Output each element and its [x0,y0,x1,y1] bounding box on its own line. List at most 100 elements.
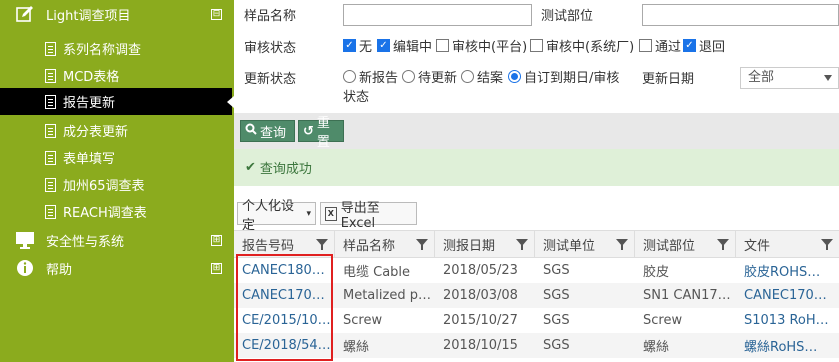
update-date-select[interactable]: 全部 [740,67,839,89]
document-icon [45,204,56,219]
excel-icon: X [325,206,337,221]
document-icon [45,41,56,56]
sidebar-item-report-update[interactable]: 报告更新 [0,88,234,115]
update-option-closed[interactable]: 结案 [461,67,503,86]
column-header-test-unit[interactable]: 测试单位 [535,231,635,258]
test-unit-cell: SGS [543,263,570,278]
filter-icon[interactable] [616,239,628,250]
audit-option-none[interactable]: 无 [343,36,372,55]
sample-name-cell: 螺絲 [343,340,370,355]
test-dept-input[interactable] [642,4,839,26]
test-part-cell: 螺絲 [643,340,670,355]
checkbox[interactable] [639,39,652,52]
radio[interactable] [461,70,474,83]
filter-icon[interactable] [416,239,428,250]
filter-icon[interactable] [717,239,729,250]
search-icon [245,123,257,139]
file-link[interactable]: 螺絲RoHS… [736,333,839,358]
test-part-cell: SN1 CAN17… [643,288,731,303]
document-icon [45,68,56,83]
sidebar-group-help[interactable]: 帮助 ⊞ [0,254,234,282]
audit-option-editing[interactable]: 编辑中 [377,36,432,55]
action-toolbar: 查询 ↺ 重置 [234,113,839,150]
file-link[interactable]: S1013 RoH… [736,308,839,333]
update-option-new[interactable]: 新报告 [343,67,398,86]
report-no-link[interactable]: CE/2018/54… [234,333,335,358]
column-header-sample-name[interactable]: 样品名称 [335,231,435,258]
app-root: Light调查项目 ⊟ 系列名称调查 MCD表格 报告更新 成分表更新 表单填写… [0,0,839,362]
column-header-report-no[interactable]: 报告号码 [234,231,335,258]
report-no-link[interactable]: CANEC180… [234,258,335,283]
checkbox[interactable] [343,39,356,52]
table-row: CANEC170… Metalized p… 2018/03/08 SGS SN… [234,283,839,308]
test-date-cell: 2018/05/23 [443,263,518,278]
update-option-pending[interactable]: 待更新 [402,67,457,86]
sidebar-item-form-fill[interactable]: 表单填写 [0,144,234,171]
edit-icon [15,4,35,24]
file-link[interactable]: CANEC170… [736,283,839,308]
column-header-test-date[interactable]: 测报日期 [435,231,535,258]
file-link[interactable]: 胶皮ROHS… [736,258,839,283]
sidebar-item-label: 表单填写 [63,152,116,167]
search-form: 样品名称 测试部位 审核状态 无 编辑中 审核中(平台) 审核中(系统厂) 通过… [234,0,839,113]
sidebar-item-mcd[interactable]: MCD表格 [0,62,234,89]
sidebar-item-label: 成分表更新 [63,125,129,140]
radio[interactable] [508,70,521,83]
test-unit-cell: SGS [543,288,570,303]
sample-name-label: 样品名称 [244,9,297,24]
sidebar-item-ca65[interactable]: 加州65调查表 [0,171,234,198]
sample-name-cell: 电缆 Cable [343,265,411,280]
sidebar-item-series-survey[interactable]: 系列名称调查 [0,35,234,62]
checkbox[interactable] [436,39,449,52]
sidebar: Light调查项目 ⊟ 系列名称调查 MCD表格 报告更新 成分表更新 表单填写… [0,0,234,362]
test-unit-cell: SGS [543,338,570,353]
export-excel-button[interactable]: X 导出至Excel [320,201,417,231]
audit-option-approved[interactable]: 通过 [639,36,681,55]
personalize-button[interactable]: 个人化设定 ▾ [237,199,316,233]
report-no-link[interactable]: CE/2015/10… [234,308,335,333]
caret-down-icon: ▾ [306,208,311,219]
radio[interactable] [402,70,415,83]
sidebar-item-label: 报告更新 [63,96,116,111]
report-no-link[interactable]: CANEC170… [234,283,335,308]
sidebar-group-light-survey[interactable]: Light调查项目 ⊟ [0,0,234,28]
checkbox[interactable] [683,39,696,52]
sample-name-input[interactable] [343,4,532,26]
report-table: 报告号码 样品名称 测报日期 测试单位 测试部位 文件 CANEC180… 电缆… [234,230,839,362]
filter-icon[interactable] [516,239,528,250]
radio[interactable] [343,70,356,83]
filter-icon[interactable] [316,239,328,250]
audit-option-review-platform[interactable]: 审核中(平台) [436,36,527,55]
column-header-file[interactable]: 文件 [736,231,839,258]
column-header-test-part[interactable]: 测试部位 [635,231,736,258]
chevron-down-icon [824,75,832,81]
sidebar-item-reach[interactable]: REACH调查表 [0,198,234,225]
collapse-icon[interactable]: ⊟ [211,8,222,20]
table-row: CE/2018/54… 螺絲 2018/10/15 SGS 螺絲 螺絲RoHS… [234,333,839,358]
update-option-custom-suffix: 状态 [343,90,370,105]
checkbox[interactable] [377,39,390,52]
sidebar-group-security[interactable]: 安全性与系统 ⊞ [0,226,234,254]
expand-icon[interactable]: ⊞ [211,262,222,274]
document-icon [45,123,56,138]
checkbox[interactable] [530,39,543,52]
check-icon: ✔ [245,160,256,175]
test-unit-cell: SGS [543,313,570,328]
monitor-icon [15,230,35,250]
grid-toolbar: 个人化设定 ▾ X 导出至Excel [234,186,839,233]
update-option-custom[interactable]: 自订到期日/审核 [508,67,619,86]
sidebar-item-label: MCD表格 [63,70,120,85]
expand-icon[interactable]: ⊞ [211,234,222,246]
document-icon [45,150,56,165]
audit-option-review-factory[interactable]: 审核中(系统厂) [530,36,634,55]
sidebar-item-composition-update[interactable]: 成分表更新 [0,117,234,144]
test-date-cell: 2018/10/15 [443,338,518,353]
test-date-cell: 2018/03/08 [443,288,518,303]
filter-icon[interactable] [821,239,833,250]
audit-option-returned[interactable]: 退回 [683,36,725,55]
reset-button[interactable]: ↺ 重置 [298,116,344,150]
sidebar-group-label: 帮助 [46,262,73,278]
query-button[interactable]: 查询 [240,120,295,142]
undo-icon: ↺ [303,123,314,139]
table-header: 报告号码 样品名称 测报日期 测试单位 测试部位 文件 [234,230,839,258]
